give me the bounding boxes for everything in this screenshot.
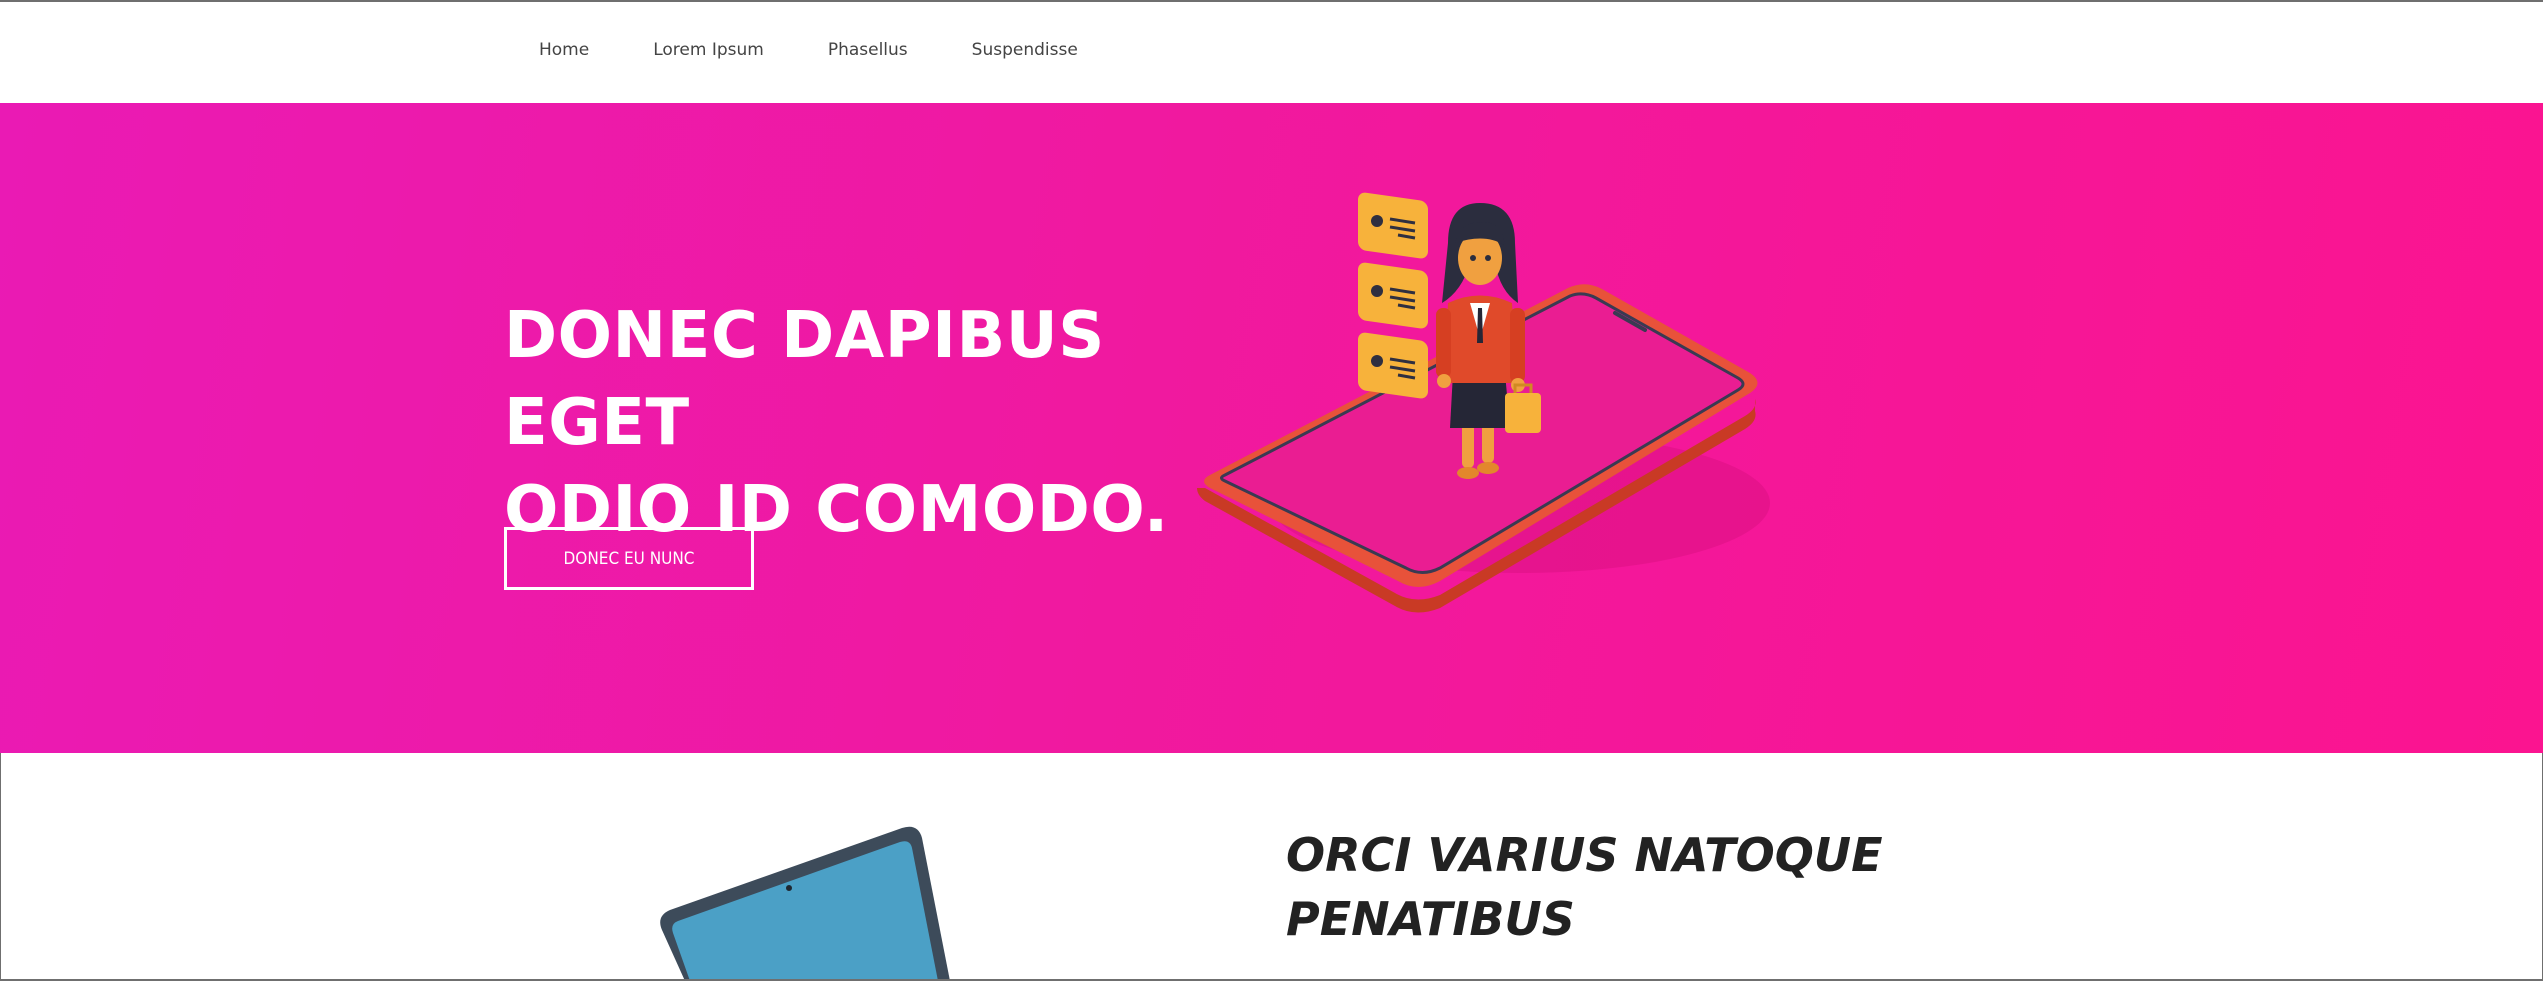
nav-links: Home Lorem Ipsum Phasellus Suspendisse [539,40,1142,60]
feature-title-line-2: PENATIBUS [1286,892,1575,946]
hero-title: DONEC DAPIBUS EGET ODIO ID COMODO. [504,293,1264,554]
nav-link-phasellus[interactable]: Phasellus [828,40,908,60]
feature-title: ORCI VARIUS NATOQUE PENATIBUS [1286,823,1986,951]
laptop-icon [660,826,950,981]
nav-link-suspendisse[interactable]: Suspendisse [972,40,1078,60]
nav-link-lorem-ipsum[interactable]: Lorem Ipsum [653,40,764,60]
hero-title-line-1: DONEC DAPIBUS EGET [504,299,1105,460]
feature-title-line-1: ORCI VARIUS NATOQUE [1286,828,1883,882]
top-navigation: Home Lorem Ipsum Phasellus Suspendisse [0,2,2543,103]
businesswoman-on-phone-icon [1197,192,1770,613]
hero-banner: DONEC DAPIBUS EGET ODIO ID COMODO. DONEC… [0,103,2543,753]
hero-cta-button[interactable]: DONEC EU NUNC [504,527,754,590]
nav-link-home[interactable]: Home [539,40,589,60]
